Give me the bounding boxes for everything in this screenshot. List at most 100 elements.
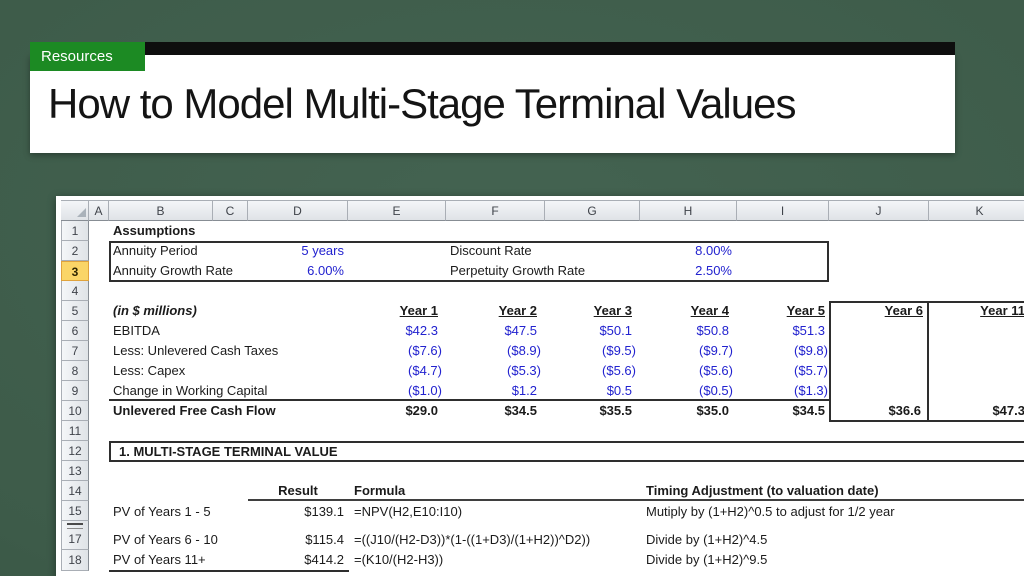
year-header-6[interactable]: Year 6 bbox=[829, 301, 929, 321]
row-header-9[interactable]: 9 bbox=[61, 381, 89, 401]
select-all-corner[interactable] bbox=[61, 200, 89, 221]
cashflow-value[interactable]: $50.8 bbox=[640, 321, 737, 341]
pv-timing[interactable]: Mutiply by (1+H2)^0.5 to adjust for 1/2 … bbox=[642, 502, 1024, 522]
cashflow-value[interactable]: ($7.6) bbox=[348, 341, 446, 361]
cashflow-value[interactable]: ($5.6) bbox=[640, 361, 737, 381]
cashflow-row-label[interactable]: EBITDA bbox=[109, 321, 213, 341]
section-title[interactable]: 1. MULTI-STAGE TERMINAL VALUE bbox=[115, 442, 338, 462]
formula-header[interactable]: Formula bbox=[350, 481, 448, 501]
pv-result[interactable]: $414.2 bbox=[248, 550, 348, 570]
perpetuity-growth-label[interactable]: Perpetuity Growth Rate bbox=[446, 261, 585, 281]
row-header-13[interactable]: 13 bbox=[61, 461, 89, 481]
annuity-growth-label[interactable]: Annuity Growth Rate bbox=[109, 261, 233, 281]
ufcf-value[interactable]: $34.5 bbox=[737, 401, 829, 421]
pv-formula[interactable]: =NPV(H2,E10:I10) bbox=[350, 502, 640, 522]
cashflow-value[interactable]: ($9.8) bbox=[737, 341, 829, 361]
cashflow-value[interactable]: ($0.5) bbox=[640, 381, 737, 401]
units-label[interactable]: (in $ millions) bbox=[109, 301, 213, 321]
pv-timing[interactable]: Divide by (1+H2)^9.5 bbox=[642, 550, 1024, 570]
year-header-5[interactable]: Year 5 bbox=[737, 301, 829, 321]
perpetuity-growth-value[interactable]: 2.50% bbox=[640, 261, 737, 281]
row-header-1[interactable]: 1 bbox=[61, 221, 89, 241]
ufcf-value[interactable]: $47.3 bbox=[929, 401, 1024, 421]
resources-badge: Resources bbox=[30, 42, 145, 71]
spreadsheet: A B C D E F G H I J K 1 2 3 4 5 6 7 8 9 … bbox=[56, 196, 1024, 576]
row-header-14[interactable]: 14 bbox=[61, 481, 89, 501]
ufcf-value[interactable]: $29.0 bbox=[348, 401, 446, 421]
column-header-j[interactable]: J bbox=[829, 200, 929, 221]
row-header-15[interactable]: 15 bbox=[61, 501, 89, 521]
pv-label[interactable]: PV of Years 6 - 10 bbox=[109, 530, 218, 550]
row-header-7[interactable]: 7 bbox=[61, 341, 89, 361]
cashflow-value[interactable]: ($5.7) bbox=[737, 361, 829, 381]
column-header-k[interactable]: K bbox=[929, 200, 1024, 221]
year-header-11[interactable]: Year 11 bbox=[929, 301, 1024, 321]
ufcf-value[interactable]: $36.6 bbox=[829, 401, 929, 421]
cashflow-value[interactable]: $50.1 bbox=[545, 321, 640, 341]
ufcf-value[interactable]: $35.0 bbox=[640, 401, 737, 421]
discount-rate-label[interactable]: Discount Rate bbox=[446, 241, 545, 261]
year-header-1[interactable]: Year 1 bbox=[348, 301, 446, 321]
cashflow-value[interactable]: ($1.3) bbox=[737, 381, 829, 401]
resources-badge-label: Resources bbox=[41, 48, 113, 65]
column-header-c[interactable]: C bbox=[213, 200, 248, 221]
pv-result[interactable]: $115.4 bbox=[248, 530, 348, 550]
column-header-f[interactable]: F bbox=[446, 200, 545, 221]
cashflow-value[interactable]: $47.5 bbox=[446, 321, 545, 341]
row-header-12[interactable]: 12 bbox=[61, 441, 89, 461]
row-header-10[interactable]: 10 bbox=[61, 401, 89, 421]
ufcf-value[interactable]: $34.5 bbox=[446, 401, 545, 421]
pv-formula[interactable]: =(K10/(H2-H3)) bbox=[350, 550, 640, 570]
timing-header[interactable]: Timing Adjustment (to valuation date) bbox=[642, 481, 1024, 501]
column-header-b[interactable]: B bbox=[109, 200, 213, 221]
hidden-row-16-marker[interactable] bbox=[61, 521, 89, 529]
cashflow-value[interactable]: ($5.3) bbox=[446, 361, 545, 381]
column-header-h[interactable]: H bbox=[640, 200, 737, 221]
row-header-8[interactable]: 8 bbox=[61, 361, 89, 381]
title-band: How to Model Multi-Stage Terminal Values bbox=[30, 55, 955, 153]
cashflow-row-label[interactable]: Less: Unlevered Cash Taxes bbox=[109, 341, 278, 361]
column-header-i[interactable]: I bbox=[737, 200, 829, 221]
assumptions-heading[interactable]: Assumptions bbox=[109, 221, 213, 241]
year-header-2[interactable]: Year 2 bbox=[446, 301, 545, 321]
row-header-4[interactable]: 4 bbox=[61, 281, 89, 301]
cashflow-row-label[interactable]: Less: Capex bbox=[109, 361, 213, 381]
slide-title: How to Model Multi-Stage Terminal Values bbox=[48, 80, 796, 127]
row-header-5[interactable]: 5 bbox=[61, 301, 89, 321]
annuity-period-label[interactable]: Annuity Period bbox=[109, 241, 213, 261]
cashflow-value[interactable]: $42.3 bbox=[348, 321, 446, 341]
cashflow-value[interactable]: ($5.6) bbox=[545, 361, 640, 381]
result-header[interactable]: Result bbox=[248, 481, 348, 501]
year-header-3[interactable]: Year 3 bbox=[545, 301, 640, 321]
pv-label[interactable]: PV of Years 11+ bbox=[109, 550, 213, 570]
pv-label[interactable]: PV of Years 1 - 5 bbox=[109, 502, 213, 522]
column-header-a[interactable]: A bbox=[89, 200, 109, 221]
cashflow-value[interactable]: $1.2 bbox=[446, 381, 545, 401]
cashflow-value[interactable]: ($9.7) bbox=[640, 341, 737, 361]
ufcf-label[interactable]: Unlevered Free Cash Flow bbox=[109, 401, 276, 421]
year-header-4[interactable]: Year 4 bbox=[640, 301, 737, 321]
column-header-e[interactable]: E bbox=[348, 200, 446, 221]
row-header-18[interactable]: 18 bbox=[61, 550, 89, 571]
cashflow-value[interactable]: ($8.9) bbox=[446, 341, 545, 361]
pv-formula[interactable]: =((J10/(H2-D3))*(1-((1+D3)/(1+H2))^D2)) bbox=[350, 530, 640, 550]
pv-result[interactable]: $139.1 bbox=[248, 502, 348, 522]
row-header-11[interactable]: 11 bbox=[61, 421, 89, 441]
cashflow-value[interactable]: ($9.5) bbox=[545, 341, 640, 361]
cashflow-value[interactable]: $0.5 bbox=[545, 381, 640, 401]
cashflow-value[interactable]: ($4.7) bbox=[348, 361, 446, 381]
pv-timing[interactable]: Divide by (1+H2)^4.5 bbox=[642, 530, 1024, 550]
row-header-6[interactable]: 6 bbox=[61, 321, 89, 341]
column-header-d[interactable]: D bbox=[248, 200, 348, 221]
annuity-growth-value[interactable]: 6.00% bbox=[248, 261, 348, 281]
row-header-17[interactable]: 17 bbox=[61, 529, 89, 550]
ufcf-value[interactable]: $35.5 bbox=[545, 401, 640, 421]
discount-rate-value[interactable]: 8.00% bbox=[640, 241, 737, 261]
cashflow-value[interactable]: $51.3 bbox=[737, 321, 829, 341]
cashflow-value[interactable]: ($1.0) bbox=[348, 381, 446, 401]
cashflow-row-label[interactable]: Change in Working Capital bbox=[109, 381, 267, 401]
row-header-2[interactable]: 2 bbox=[61, 241, 89, 261]
column-header-g[interactable]: G bbox=[545, 200, 640, 221]
row-header-3-selected[interactable]: 3 bbox=[61, 261, 89, 281]
annuity-period-value[interactable]: 5 years bbox=[248, 241, 348, 261]
